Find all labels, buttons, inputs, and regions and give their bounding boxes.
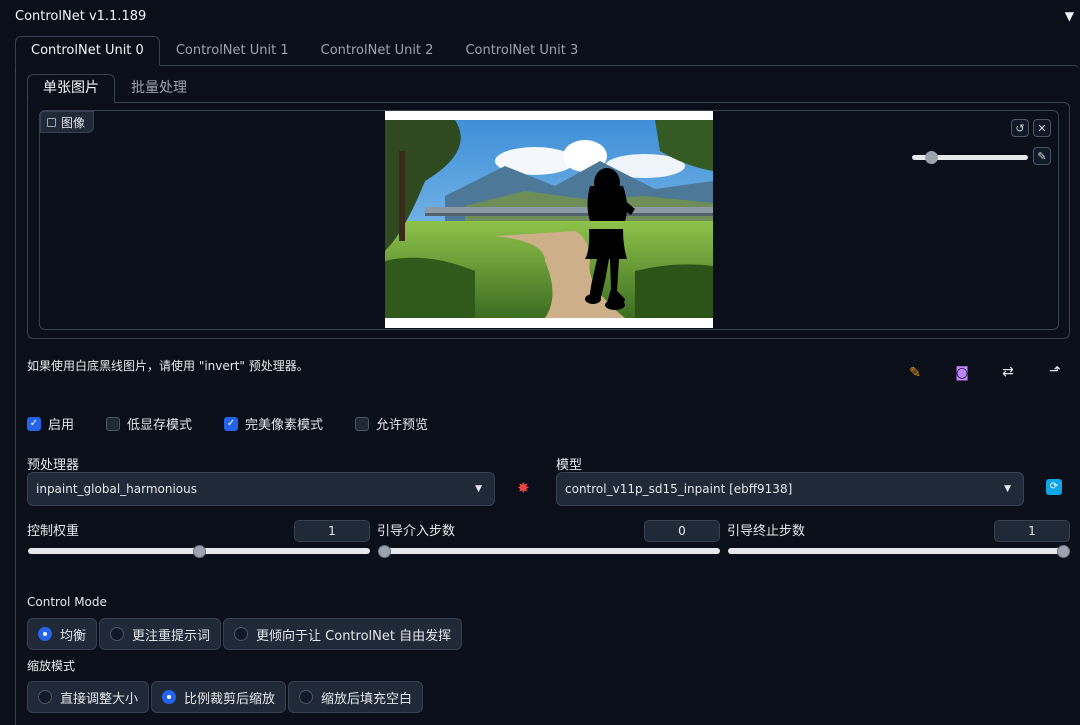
close-icon[interactable]: ✕ — [1033, 119, 1051, 137]
resize-mode-group: 直接调整大小 比例裁剪后缩放 缩放后填充空白 — [27, 681, 425, 713]
start-step-number[interactable]: 0 — [644, 520, 720, 542]
tab-unit-1[interactable]: ControlNet Unit 1 — [160, 36, 305, 66]
resize-mode-just-resize-label: 直接调整大小 — [60, 691, 139, 707]
model-select[interactable]: control_v11p_sd15_inpaint [ebff9138] ▼ — [556, 472, 1024, 506]
unit-tabs: ControlNet Unit 0 ControlNet Unit 1 Cont… — [15, 36, 594, 66]
radio-dot[interactable] — [234, 627, 249, 641]
control-mode-prompt-label: 更注重提示词 — [132, 628, 211, 644]
brush-size-knob[interactable] — [925, 151, 938, 164]
send-dimensions-icon[interactable]: ⬏ — [1046, 363, 1064, 379]
tab-single-image[interactable]: 单张图片 — [27, 74, 115, 103]
model-label: 模型 — [556, 458, 583, 473]
new-canvas-icon[interactable]: ✎ — [906, 365, 924, 381]
control-mode-group: 均衡 更注重提示词 更倾向于让 ControlNet 自由发挥 — [27, 618, 464, 650]
radio-dot[interactable] — [162, 690, 177, 704]
radio-dot[interactable] — [38, 690, 52, 704]
checkbox-pixel-perfect-label: 完美像素模式 — [245, 418, 324, 433]
control-mode-balanced-label: 均衡 — [60, 628, 87, 644]
swap-icon[interactable]: ⇄ — [999, 364, 1017, 380]
tab-batch[interactable]: 批量处理 — [115, 74, 203, 103]
control-mode-prompt[interactable]: 更注重提示词 — [99, 618, 222, 650]
chevron-down-icon: ▼ — [1004, 484, 1011, 494]
preprocessor-label: 预处理器 — [27, 458, 80, 473]
start-step-slider-knob[interactable] — [378, 545, 391, 558]
weight-label: 控制权重 — [27, 524, 80, 539]
checkbox-enable-box[interactable]: ✓ — [27, 416, 41, 431]
camera-icon[interactable]: ◙ — [953, 365, 971, 381]
start-step-slider[interactable] — [378, 548, 720, 554]
image-label: 图像 — [40, 111, 95, 133]
end-step-label: 引导终止步数 — [727, 524, 806, 539]
control-mode-controlnet-label: 更倾向于让 ControlNet 自由发挥 — [256, 628, 452, 644]
preprocessor-value: inpaint_global_harmonious — [36, 482, 198, 496]
refresh-models-icon[interactable]: ⟳ — [1046, 479, 1062, 495]
invert-hint: 如果使用白底黑线图片，请使用 "invert" 预处理器。 — [27, 359, 309, 373]
checkbox-allow-preview[interactable]: 允许预览 — [355, 414, 428, 433]
end-step-slider-knob[interactable] — [1057, 545, 1070, 558]
radio-dot[interactable] — [110, 627, 125, 641]
checkbox-low-vram-box[interactable] — [106, 416, 121, 431]
checkbox-low-vram-label: 低显存模式 — [127, 418, 193, 433]
weight-number[interactable]: 1 — [294, 520, 370, 542]
radio-dot[interactable] — [299, 690, 314, 704]
chevron-down-icon: ▼ — [475, 484, 482, 494]
tab-unit-0[interactable]: ControlNet Unit 0 — [15, 36, 160, 66]
image-icon — [47, 117, 56, 127]
resize-mode-fill[interactable]: 缩放后填充空白 — [288, 681, 424, 713]
collapse-icon[interactable]: ▼ — [1065, 9, 1074, 23]
start-step-label: 引导介入步数 — [377, 524, 456, 539]
end-step-number[interactable]: 1 — [994, 520, 1070, 542]
brush-icon[interactable]: ✎ — [1033, 147, 1051, 165]
resize-mode-just-resize[interactable]: 直接调整大小 — [27, 681, 150, 713]
checkbox-low-vram[interactable]: 低显存模式 — [106, 414, 192, 433]
resize-mode-label: 缩放模式 — [27, 659, 76, 673]
end-step-slider[interactable] — [728, 548, 1070, 554]
panel-title: ControlNet v1.1.189 — [15, 9, 147, 24]
weight-slider-knob[interactable] — [192, 545, 206, 558]
checkbox-allow-preview-label: 允许预览 — [376, 418, 429, 433]
checkbox-allow-preview-box[interactable] — [355, 416, 370, 431]
checkbox-pixel-perfect-box[interactable]: ✓ — [224, 416, 239, 431]
undo-icon[interactable]: ↺ — [1011, 119, 1029, 137]
resize-mode-crop-resize[interactable]: 比例裁剪后缩放 — [151, 681, 287, 713]
tab-unit-3[interactable]: ControlNet Unit 3 — [449, 36, 594, 66]
model-value: control_v11p_sd15_inpaint [ebff9138] — [565, 482, 793, 496]
checkbox-pixel-perfect[interactable]: ✓ 完美像素模式 — [224, 414, 323, 433]
preprocessor-select[interactable]: inpaint_global_harmonious ▼ — [27, 472, 495, 506]
tab-unit-2[interactable]: ControlNet Unit 2 — [305, 36, 450, 66]
input-tabs: 单张图片 批量处理 — [27, 74, 203, 103]
checkbox-enable-label: 启用 — [48, 418, 75, 433]
image-label-text: 图像 — [61, 115, 86, 130]
control-mode-label: Control Mode — [27, 595, 107, 609]
resize-mode-crop-resize-label: 比例裁剪后缩放 — [184, 691, 276, 707]
uploaded-image — [385, 111, 713, 328]
options-row: ✓ 启用 低显存模式 ✓ 完美像素模式 允许预览 — [27, 414, 460, 433]
control-mode-controlnet[interactable]: 更倾向于让 ControlNet 自由发挥 — [223, 618, 463, 650]
checkbox-enable[interactable]: ✓ 启用 — [27, 414, 74, 433]
control-mode-balanced[interactable]: 均衡 — [27, 618, 98, 650]
radio-dot[interactable] — [38, 627, 52, 641]
run-preprocessor-icon[interactable]: ✸ — [517, 479, 530, 497]
resize-mode-fill-label: 缩放后填充空白 — [321, 691, 413, 707]
